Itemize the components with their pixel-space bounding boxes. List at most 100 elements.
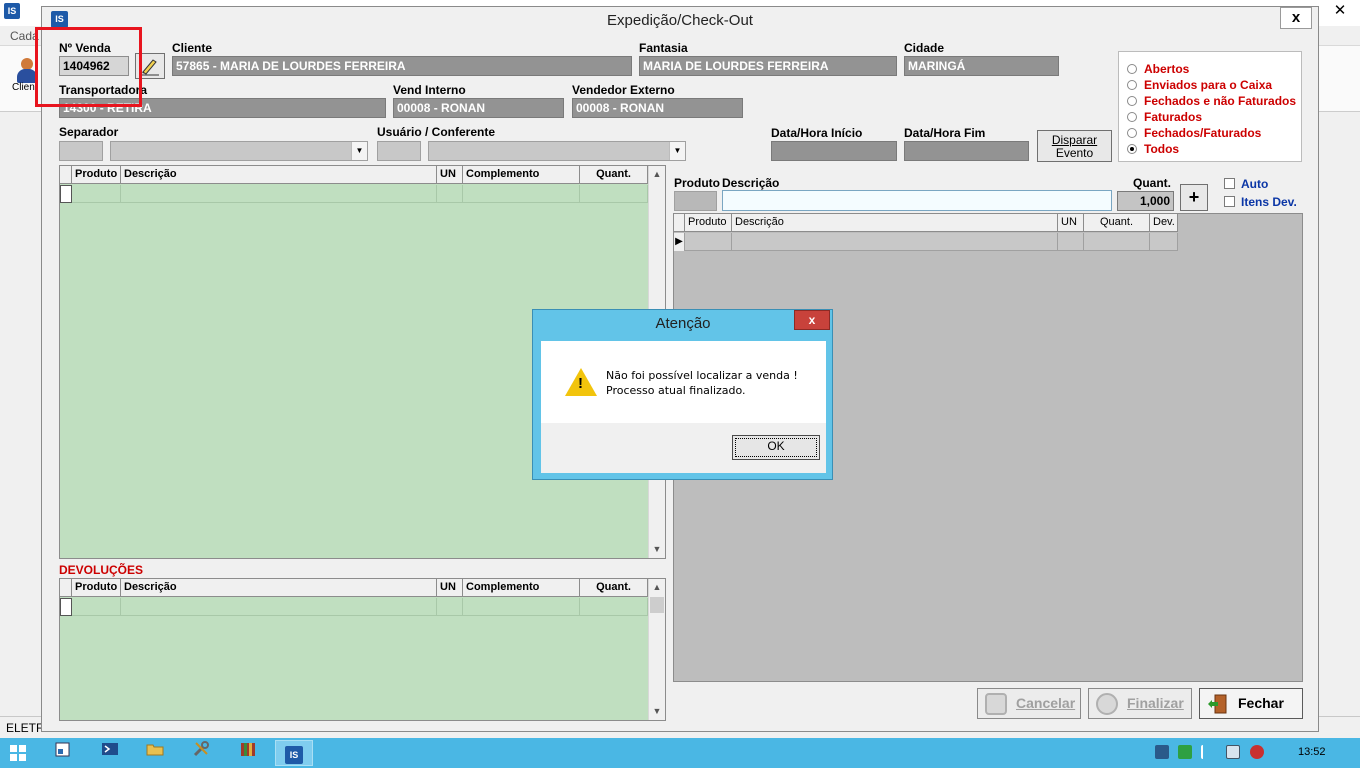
auto-checkbox[interactable]: Auto <box>1224 177 1268 191</box>
dev-col-descricao[interactable]: Descrição <box>121 579 437 597</box>
cancelar-button[interactable]: Cancelar <box>977 688 1081 719</box>
data-fim-field[interactable] <box>904 141 1029 161</box>
finalizar-button[interactable]: Finalizar <box>1088 688 1192 719</box>
taskbar-tools-icon[interactable] <box>182 740 220 766</box>
separador-label: Separador <box>59 125 119 139</box>
checkout-grid-header: Produto Descrição UN Quant. Dev. <box>674 214 1178 232</box>
dialog-close-button[interactable]: x <box>794 310 830 330</box>
dev-col-quant[interactable]: Quant. <box>580 579 648 597</box>
taskbar-archive-icon[interactable] <box>229 740 267 766</box>
fantasia-field[interactable]: MARIA DE LOURDES FERREIRA <box>639 56 897 76</box>
fechar-button[interactable]: Fechar <box>1199 688 1303 719</box>
cliente-field[interactable]: 57865 - MARIA DE LOURDES FERREIRA <box>172 56 632 76</box>
windows-start-icon[interactable] <box>10 745 26 761</box>
cidade-field[interactable]: MARINGÁ <box>904 56 1059 76</box>
scroll-down-icon[interactable]: ▼ <box>649 703 665 719</box>
cidade-label: Cidade <box>904 41 945 55</box>
separador-code-input[interactable] <box>59 141 103 161</box>
radio-icon[interactable] <box>1127 112 1137 122</box>
row-indicator <box>60 185 72 203</box>
taskbar-powershell-icon[interactable] <box>91 740 129 766</box>
devolucoes-scrollbar[interactable]: ▲ ▼ <box>648 579 665 720</box>
exit-door-icon <box>1208 694 1227 714</box>
tray-network-icon[interactable] <box>1226 745 1240 759</box>
scroll-thumb[interactable] <box>650 597 664 613</box>
itens-dev-checkbox[interactable]: Itens Dev. <box>1224 195 1297 209</box>
edit-pencil-icon <box>141 59 159 76</box>
check-col-dev[interactable]: Dev. <box>1150 214 1178 232</box>
dev-col-un[interactable]: UN <box>437 579 463 597</box>
vendedor-externo-field[interactable]: 00008 - RONAN <box>572 98 743 118</box>
cliente-label: Cliente <box>172 41 213 55</box>
filter-faturados[interactable]: Faturados <box>1127 110 1202 126</box>
table-row[interactable]: ▶ <box>674 233 1178 251</box>
taskbar-app-is[interactable]: IS <box>275 740 313 766</box>
radio-icon[interactable] <box>1127 80 1137 90</box>
filter-todos-label: Todos <box>1144 142 1180 156</box>
stop-icon <box>985 693 1007 715</box>
check-col-descricao[interactable]: Descrição <box>732 214 1058 232</box>
scroll-down-icon[interactable]: ▼ <box>649 541 665 557</box>
entry-quant-input[interactable]: 1,000 <box>1117 191 1174 211</box>
radio-icon[interactable] <box>1127 96 1137 106</box>
vend-interno-field[interactable]: 00008 - RONAN <box>393 98 564 118</box>
disparar-evento-button[interactable]: Disparar Evento <box>1037 130 1112 162</box>
tray-volume-muted-icon[interactable] <box>1250 745 1264 759</box>
separador-select[interactable]: ▼ <box>110 141 368 161</box>
table-row[interactable] <box>60 598 648 616</box>
devolucoes-grid[interactable]: Produto Descrição UN Complemento Quant. … <box>59 578 666 721</box>
dialog-message: Não foi possível localizar a venda ! Pro… <box>606 368 798 398</box>
col-descricao[interactable]: Descrição <box>121 166 437 184</box>
dev-col-complemento[interactable]: Complemento <box>463 579 580 597</box>
data-inicio-field[interactable] <box>771 141 897 161</box>
check-col-produto[interactable]: Produto <box>685 214 732 232</box>
filter-enviados-caixa[interactable]: Enviados para o Caixa <box>1127 78 1272 94</box>
app-logo-icon: IS <box>4 3 20 19</box>
scroll-up-icon[interactable]: ▲ <box>649 166 665 182</box>
filter-abertos[interactable]: Abertos <box>1127 62 1189 78</box>
filter-fechados-nao-faturados[interactable]: Fechados e não Faturados <box>1127 94 1296 110</box>
check-col-quant[interactable]: Quant. <box>1084 214 1150 232</box>
filter-fechados-faturados[interactable]: Fechados/Faturados <box>1127 126 1261 142</box>
itens-dev-checkbox-label: Itens Dev. <box>1241 195 1297 209</box>
tray-program-icon[interactable] <box>1155 745 1169 759</box>
col-quant[interactable]: Quant. <box>580 166 648 184</box>
status-filter-group: Abertos Enviados para o Caixa Fechados e… <box>1118 51 1302 162</box>
taskbar-clock[interactable]: 13:52 <box>1298 746 1326 758</box>
chevron-down-icon[interactable]: ▼ <box>351 142 367 160</box>
col-complemento[interactable]: Complemento <box>463 166 580 184</box>
scroll-up-icon[interactable]: ▲ <box>649 579 665 595</box>
table-row[interactable] <box>60 185 648 203</box>
radio-icon[interactable] <box>1127 64 1137 74</box>
col-produto[interactable]: Produto <box>72 166 121 184</box>
chevron-down-icon[interactable]: ▼ <box>669 142 685 160</box>
filter-enviados-label: Enviados para o Caixa <box>1144 78 1273 92</box>
entry-descricao-input[interactable] <box>722 190 1112 211</box>
window-close-button[interactable]: x <box>1280 7 1312 29</box>
devolucoes-grid-header: Produto Descrição UN Complemento Quant. <box>60 579 648 597</box>
checkbox-icon[interactable] <box>1224 178 1235 189</box>
filter-todos[interactable]: Todos <box>1127 142 1179 158</box>
warning-exclamation: ! <box>578 375 583 392</box>
checkbox-icon[interactable] <box>1224 196 1235 207</box>
col-un[interactable]: UN <box>437 166 463 184</box>
tray-sync-icon[interactable] <box>1178 745 1192 759</box>
taskbar: IS 13:52 <box>0 738 1360 768</box>
row-pointer-icon: ▶ <box>674 233 685 251</box>
add-item-button[interactable]: + <box>1180 184 1208 211</box>
ok-button[interactable]: OK <box>732 435 820 460</box>
entry-produto-input[interactable] <box>674 191 717 211</box>
tray-flag-icon[interactable] <box>1201 745 1215 759</box>
usuario-select[interactable]: ▼ <box>428 141 686 161</box>
usuario-code-input[interactable] <box>377 141 421 161</box>
radio-icon[interactable] <box>1127 128 1137 138</box>
dialog-title: Atenção <box>655 315 711 332</box>
check-col-un[interactable]: UN <box>1058 214 1084 232</box>
dev-col-produto[interactable]: Produto <box>72 579 121 597</box>
play-icon <box>1096 693 1118 715</box>
dialog-message-line2: Processo atual finalizado. <box>606 384 746 397</box>
background-close-icon[interactable]: ✕ <box>1320 0 1360 22</box>
taskbar-explorer-icon[interactable] <box>136 740 174 766</box>
taskbar-server-manager-icon[interactable] <box>44 740 82 766</box>
radio-selected-icon[interactable] <box>1127 144 1137 154</box>
